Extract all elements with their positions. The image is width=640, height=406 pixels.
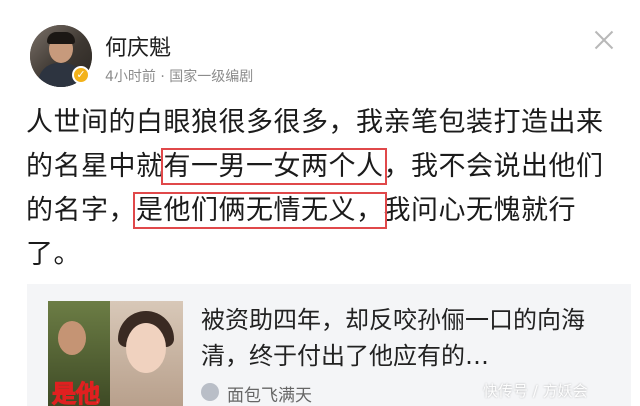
- author-name[interactable]: 何庆魁: [105, 30, 171, 62]
- article-source: 面包飞满天: [227, 386, 312, 406]
- post-text: 人世间的白眼狼很多很多，我亲笔包装打造出来的名星中就有一男一女两个人，我不会说出…: [26, 101, 626, 277]
- close-icon[interactable]: [592, 28, 616, 52]
- article-thumbnail: 是他: [48, 301, 183, 406]
- meta-separator: ·: [155, 69, 170, 85]
- post-time: 4小时前: [105, 69, 156, 85]
- highlight-box-2: 是他们俩无情无义，: [133, 192, 387, 229]
- watermark: 快传号 / 方妖会: [483, 382, 588, 400]
- highlight-box-1: 有一男一女两个人: [160, 148, 387, 185]
- source-avatar-icon: [201, 383, 219, 401]
- article-title[interactable]: 被资助四年，却反咬孙俪一口的向海清，终于付出了他应有的…: [201, 302, 621, 374]
- thumbnail-caption: 是他: [52, 380, 101, 406]
- post-meta: 4小时前 · 国家一级编剧: [105, 66, 253, 86]
- verified-badge-icon: ✓: [72, 66, 90, 84]
- author-title: 国家一级编剧: [169, 69, 254, 85]
